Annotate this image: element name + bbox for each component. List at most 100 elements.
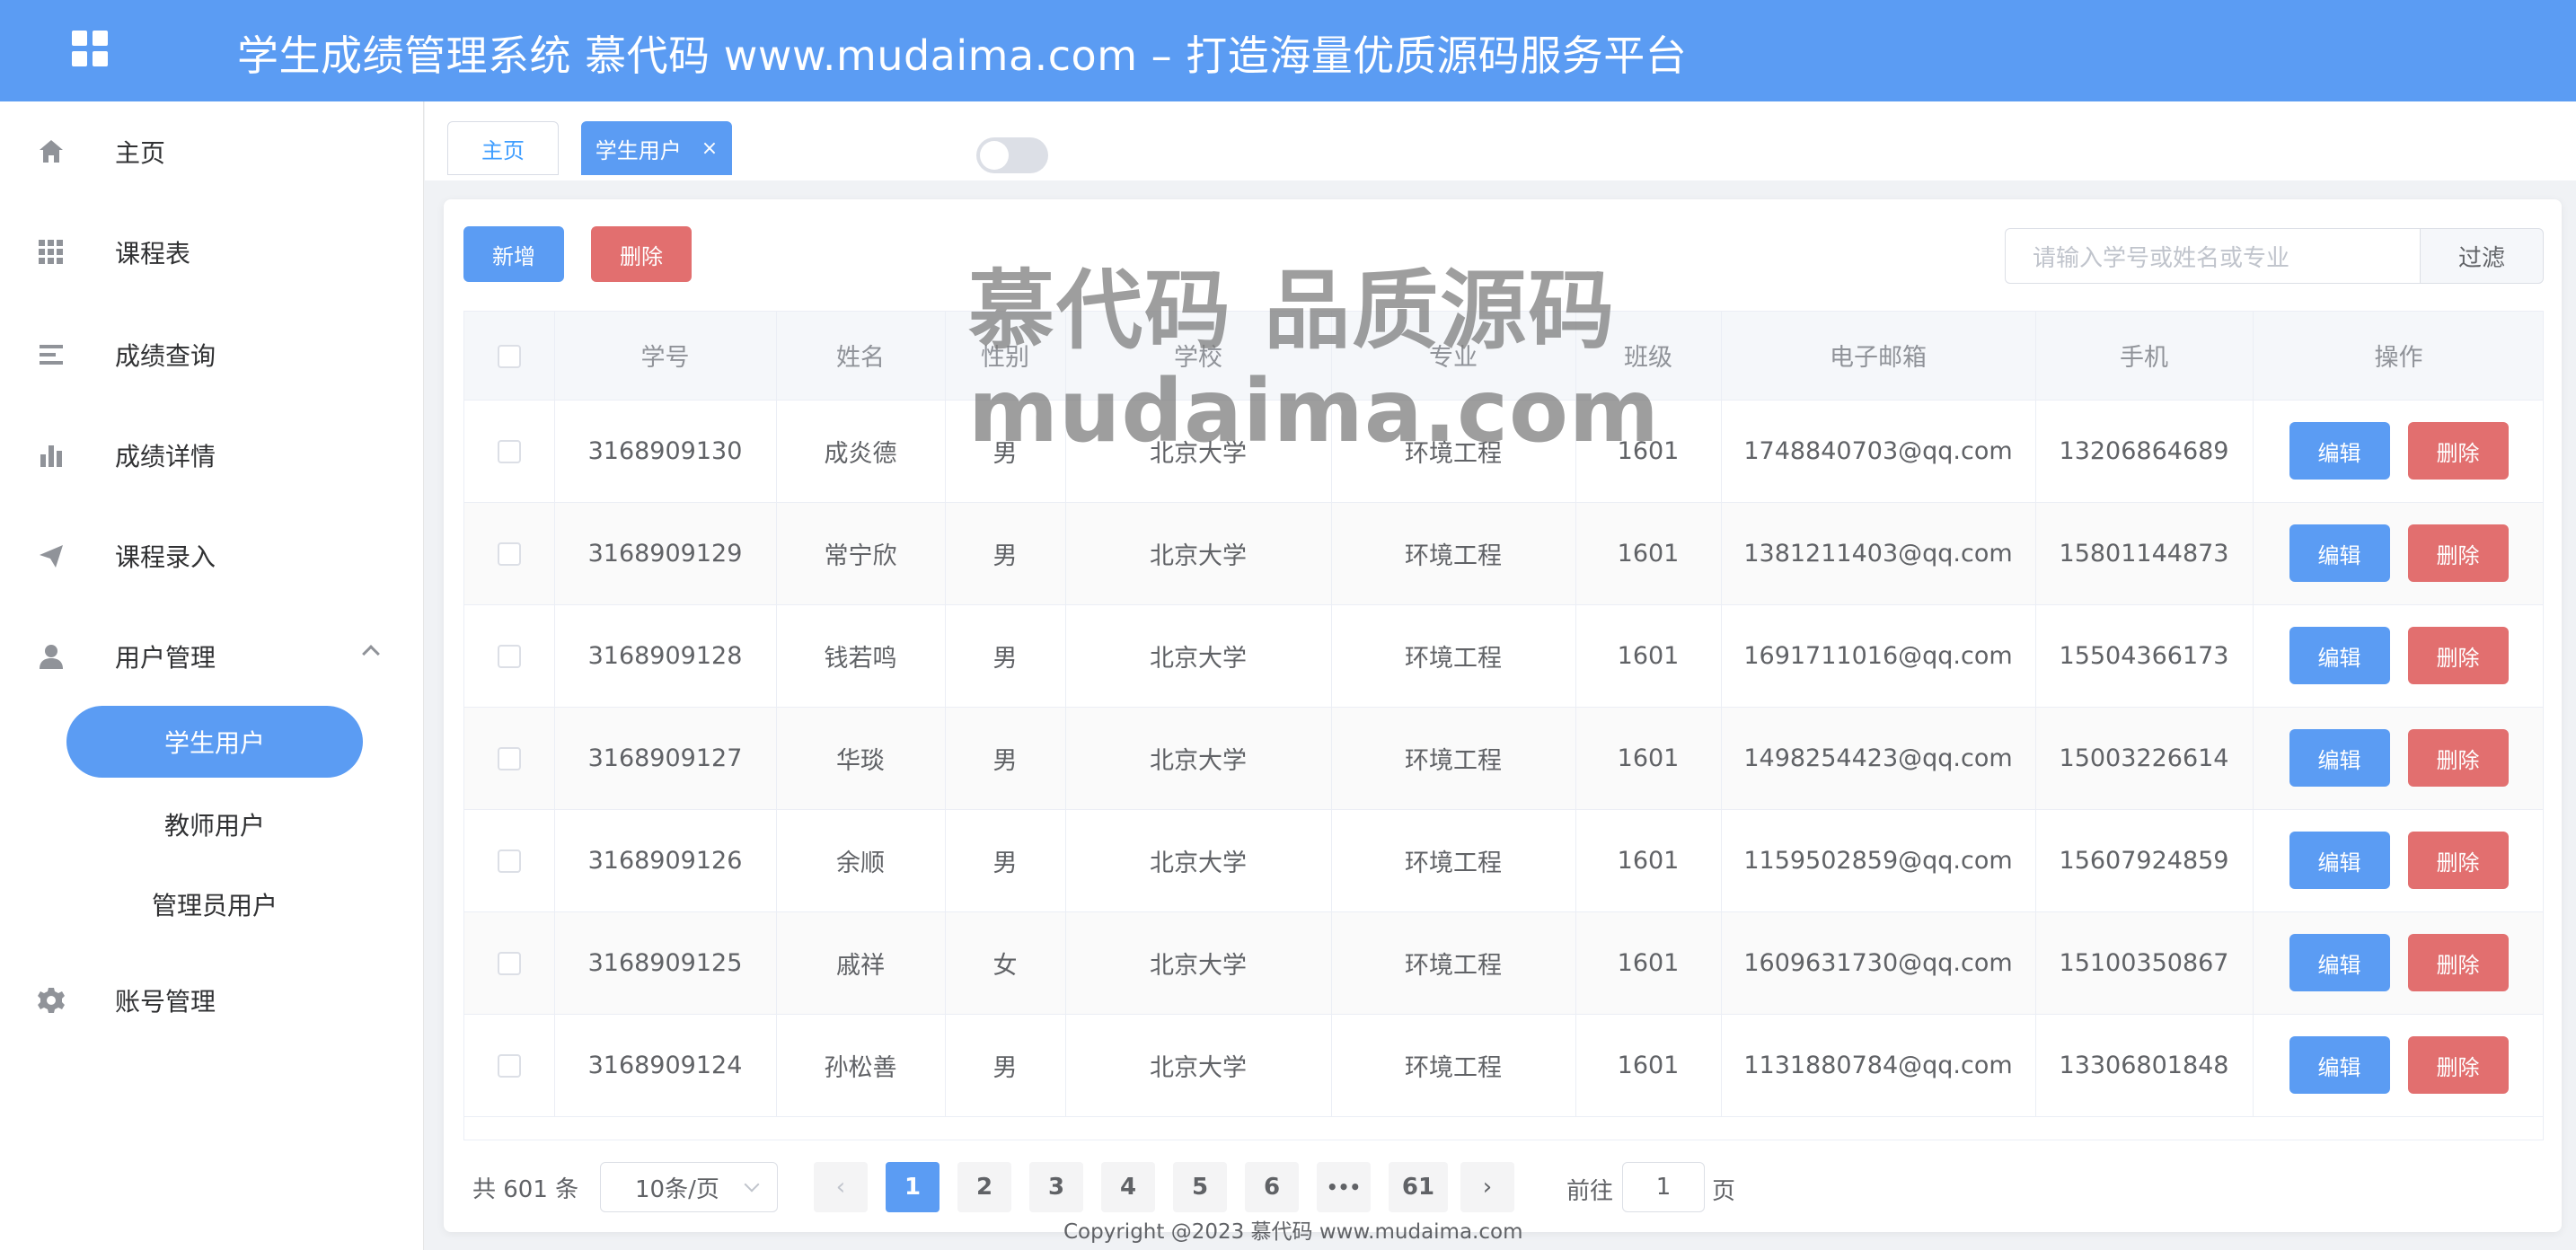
row-checkbox[interactable] <box>497 1054 521 1078</box>
table-cell: 1601 <box>1575 502 1722 605</box>
delete-button[interactable]: 删除 <box>2407 832 2509 889</box>
page-button[interactable]: 3 <box>1029 1162 1083 1212</box>
sidebar-item-score-detail[interactable]: 成绩详情 <box>0 405 424 506</box>
tab-home[interactable]: 主页 <box>447 121 559 175</box>
row-actions: 编辑 删除 <box>2253 1014 2543 1117</box>
sidebar-item-score-query[interactable]: 成绩查询 <box>0 304 424 405</box>
theme-toggle[interactable] <box>976 137 1048 173</box>
table-cell: 北京大学 <box>1065 1014 1332 1117</box>
row-checkbox[interactable] <box>497 952 521 975</box>
delete-button[interactable]: 删除 <box>2407 524 2509 582</box>
column-header: 学校 <box>1065 312 1332 401</box>
page-button[interactable]: 4 <box>1101 1162 1155 1212</box>
search-input[interactable]: 请输入学号或姓名或专业 <box>2005 228 2420 284</box>
sidebar-item-home[interactable]: 主页 <box>0 101 424 202</box>
table-cell: 3168909125 <box>554 911 777 1015</box>
table-cell: 环境工程 <box>1331 707 1576 810</box>
table-cell: 北京大学 <box>1065 707 1332 810</box>
close-icon[interactable]: × <box>701 137 718 160</box>
select-all-checkbox[interactable] <box>497 344 521 368</box>
table-cell: 孙松善 <box>776 1014 946 1117</box>
delete-button[interactable]: 删除 <box>2407 934 2509 991</box>
page-button[interactable]: 61 <box>1389 1162 1448 1212</box>
table-cell: 1601 <box>1575 400 1722 503</box>
sidebar-item-account-management[interactable]: 账号管理 <box>0 950 424 1051</box>
bulk-delete-button[interactable]: 删除 <box>591 226 692 282</box>
table-cell: 男 <box>945 604 1066 708</box>
delete-button[interactable]: 删除 <box>2407 1036 2509 1094</box>
row-checkbox[interactable] <box>497 645 521 668</box>
row-checkbox[interactable] <box>497 542 521 566</box>
row-checkbox[interactable] <box>497 747 521 770</box>
table-cell: 13206864689 <box>2035 400 2254 503</box>
row-checkbox[interactable] <box>497 849 521 873</box>
table-cell: 男 <box>945 809 1066 912</box>
edit-button[interactable]: 编辑 <box>2289 832 2390 889</box>
edit-button[interactable]: 编辑 <box>2289 1036 2390 1094</box>
tab-student-users[interactable]: 学生用户 × <box>581 121 732 175</box>
page-button[interactable]: 6 <box>1245 1162 1299 1212</box>
row-checkbox-cell <box>464 400 555 503</box>
delete-button[interactable]: 删除 <box>2407 729 2509 787</box>
page-size-select[interactable]: 10条/页 <box>600 1162 778 1212</box>
edit-button[interactable]: 编辑 <box>2289 934 2390 991</box>
edit-button[interactable]: 编辑 <box>2289 422 2390 480</box>
table-cell: 15504366173 <box>2035 604 2254 708</box>
delete-button[interactable]: 删除 <box>2407 627 2509 684</box>
table-cell: 1609631730@qq.com <box>1721 911 2036 1015</box>
row-actions: 编辑 删除 <box>2253 707 2543 810</box>
next-page-button[interactable]: › <box>1460 1162 1514 1212</box>
table-cell: 1601 <box>1575 911 1722 1015</box>
column-header: 电子邮箱 <box>1721 312 2036 401</box>
row-actions: 编辑 删除 <box>2253 911 2543 1015</box>
toggle-knob <box>980 141 1009 170</box>
table-cell: 1748840703@qq.com <box>1721 400 2036 503</box>
delete-button[interactable]: 删除 <box>2407 422 2509 480</box>
edit-button[interactable]: 编辑 <box>2289 524 2390 582</box>
goto-page-input[interactable]: 1 <box>1622 1162 1705 1212</box>
sidebar-item-schedule[interactable]: 课程表 <box>0 202 424 303</box>
sidebar-subitem-teacher-users[interactable]: 教师用户 <box>66 788 363 860</box>
column-header: 班级 <box>1575 312 1722 401</box>
edit-button[interactable]: 编辑 <box>2289 729 2390 787</box>
home-icon <box>36 136 66 167</box>
row-checkbox[interactable] <box>497 440 521 463</box>
row-checkbox-cell <box>464 707 555 810</box>
table-cell: 15003226614 <box>2035 707 2254 810</box>
table-cell: 15100350867 <box>2035 911 2254 1015</box>
sidebar: 主页 课程表 成绩查询 成绩详情 课程录入 用户管理 学生用户 教师用户 管理员… <box>0 101 424 1250</box>
column-header: 操作 <box>2253 312 2543 401</box>
copyright-text: Copyright @2023 慕代码 www.mudaima.com <box>1063 1220 1523 1244</box>
sidebar-subitem-student-users[interactable]: 学生用户 <box>66 706 363 778</box>
table-cell: 15801144873 <box>2035 502 2254 605</box>
table-row: 3168909128 钱若鸣男北京大学 环境工程 1601 1691711016@qq.… <box>464 604 2543 708</box>
prev-page-button[interactable]: ‹ <box>814 1162 868 1212</box>
table-cell: 钱若鸣 <box>776 604 946 708</box>
filter-button[interactable]: 过滤 <box>2420 228 2544 284</box>
grid-icon <box>36 237 66 268</box>
list-icon <box>36 339 66 370</box>
table-cell: 北京大学 <box>1065 604 1332 708</box>
user-icon <box>36 641 66 672</box>
chevron-down-icon <box>744 1176 760 1193</box>
app-title: 学生成绩管理系统 慕代码 www.mudaima.com – 打造海量优质源码服… <box>237 31 1688 80</box>
row-checkbox-cell <box>464 809 555 912</box>
table-cell: 环境工程 <box>1331 1014 1576 1117</box>
page-button[interactable]: 5 <box>1173 1162 1227 1212</box>
sidebar-item-course-entry[interactable]: 课程录入 <box>0 506 424 606</box>
page-button[interactable]: 2 <box>957 1162 1011 1212</box>
app-grid-icon[interactable] <box>72 31 108 66</box>
page-button[interactable]: 1 <box>886 1162 940 1212</box>
table-cell: 北京大学 <box>1065 911 1332 1015</box>
table-cell: 3168909124 <box>554 1014 777 1117</box>
sidebar-subitem-admin-users[interactable]: 管理员用户 <box>66 868 363 940</box>
column-header: 姓名 <box>776 312 946 401</box>
sidebar-item-user-management[interactable]: 用户管理 <box>0 606 424 707</box>
table-row: 3168909127 华琰男北京大学 环境工程 1601 1498254423@qq.c… <box>464 707 2543 810</box>
table-cell: 1131880784@qq.com <box>1721 1014 2036 1117</box>
page-ellipsis[interactable]: ••• <box>1317 1162 1371 1212</box>
add-button[interactable]: 新增 <box>463 226 564 282</box>
table-cell: 女 <box>945 911 1066 1015</box>
edit-button[interactable]: 编辑 <box>2289 627 2390 684</box>
table-row: 3168909126 余顺男北京大学 环境工程 1601 1159502859@qq.c… <box>464 809 2543 912</box>
